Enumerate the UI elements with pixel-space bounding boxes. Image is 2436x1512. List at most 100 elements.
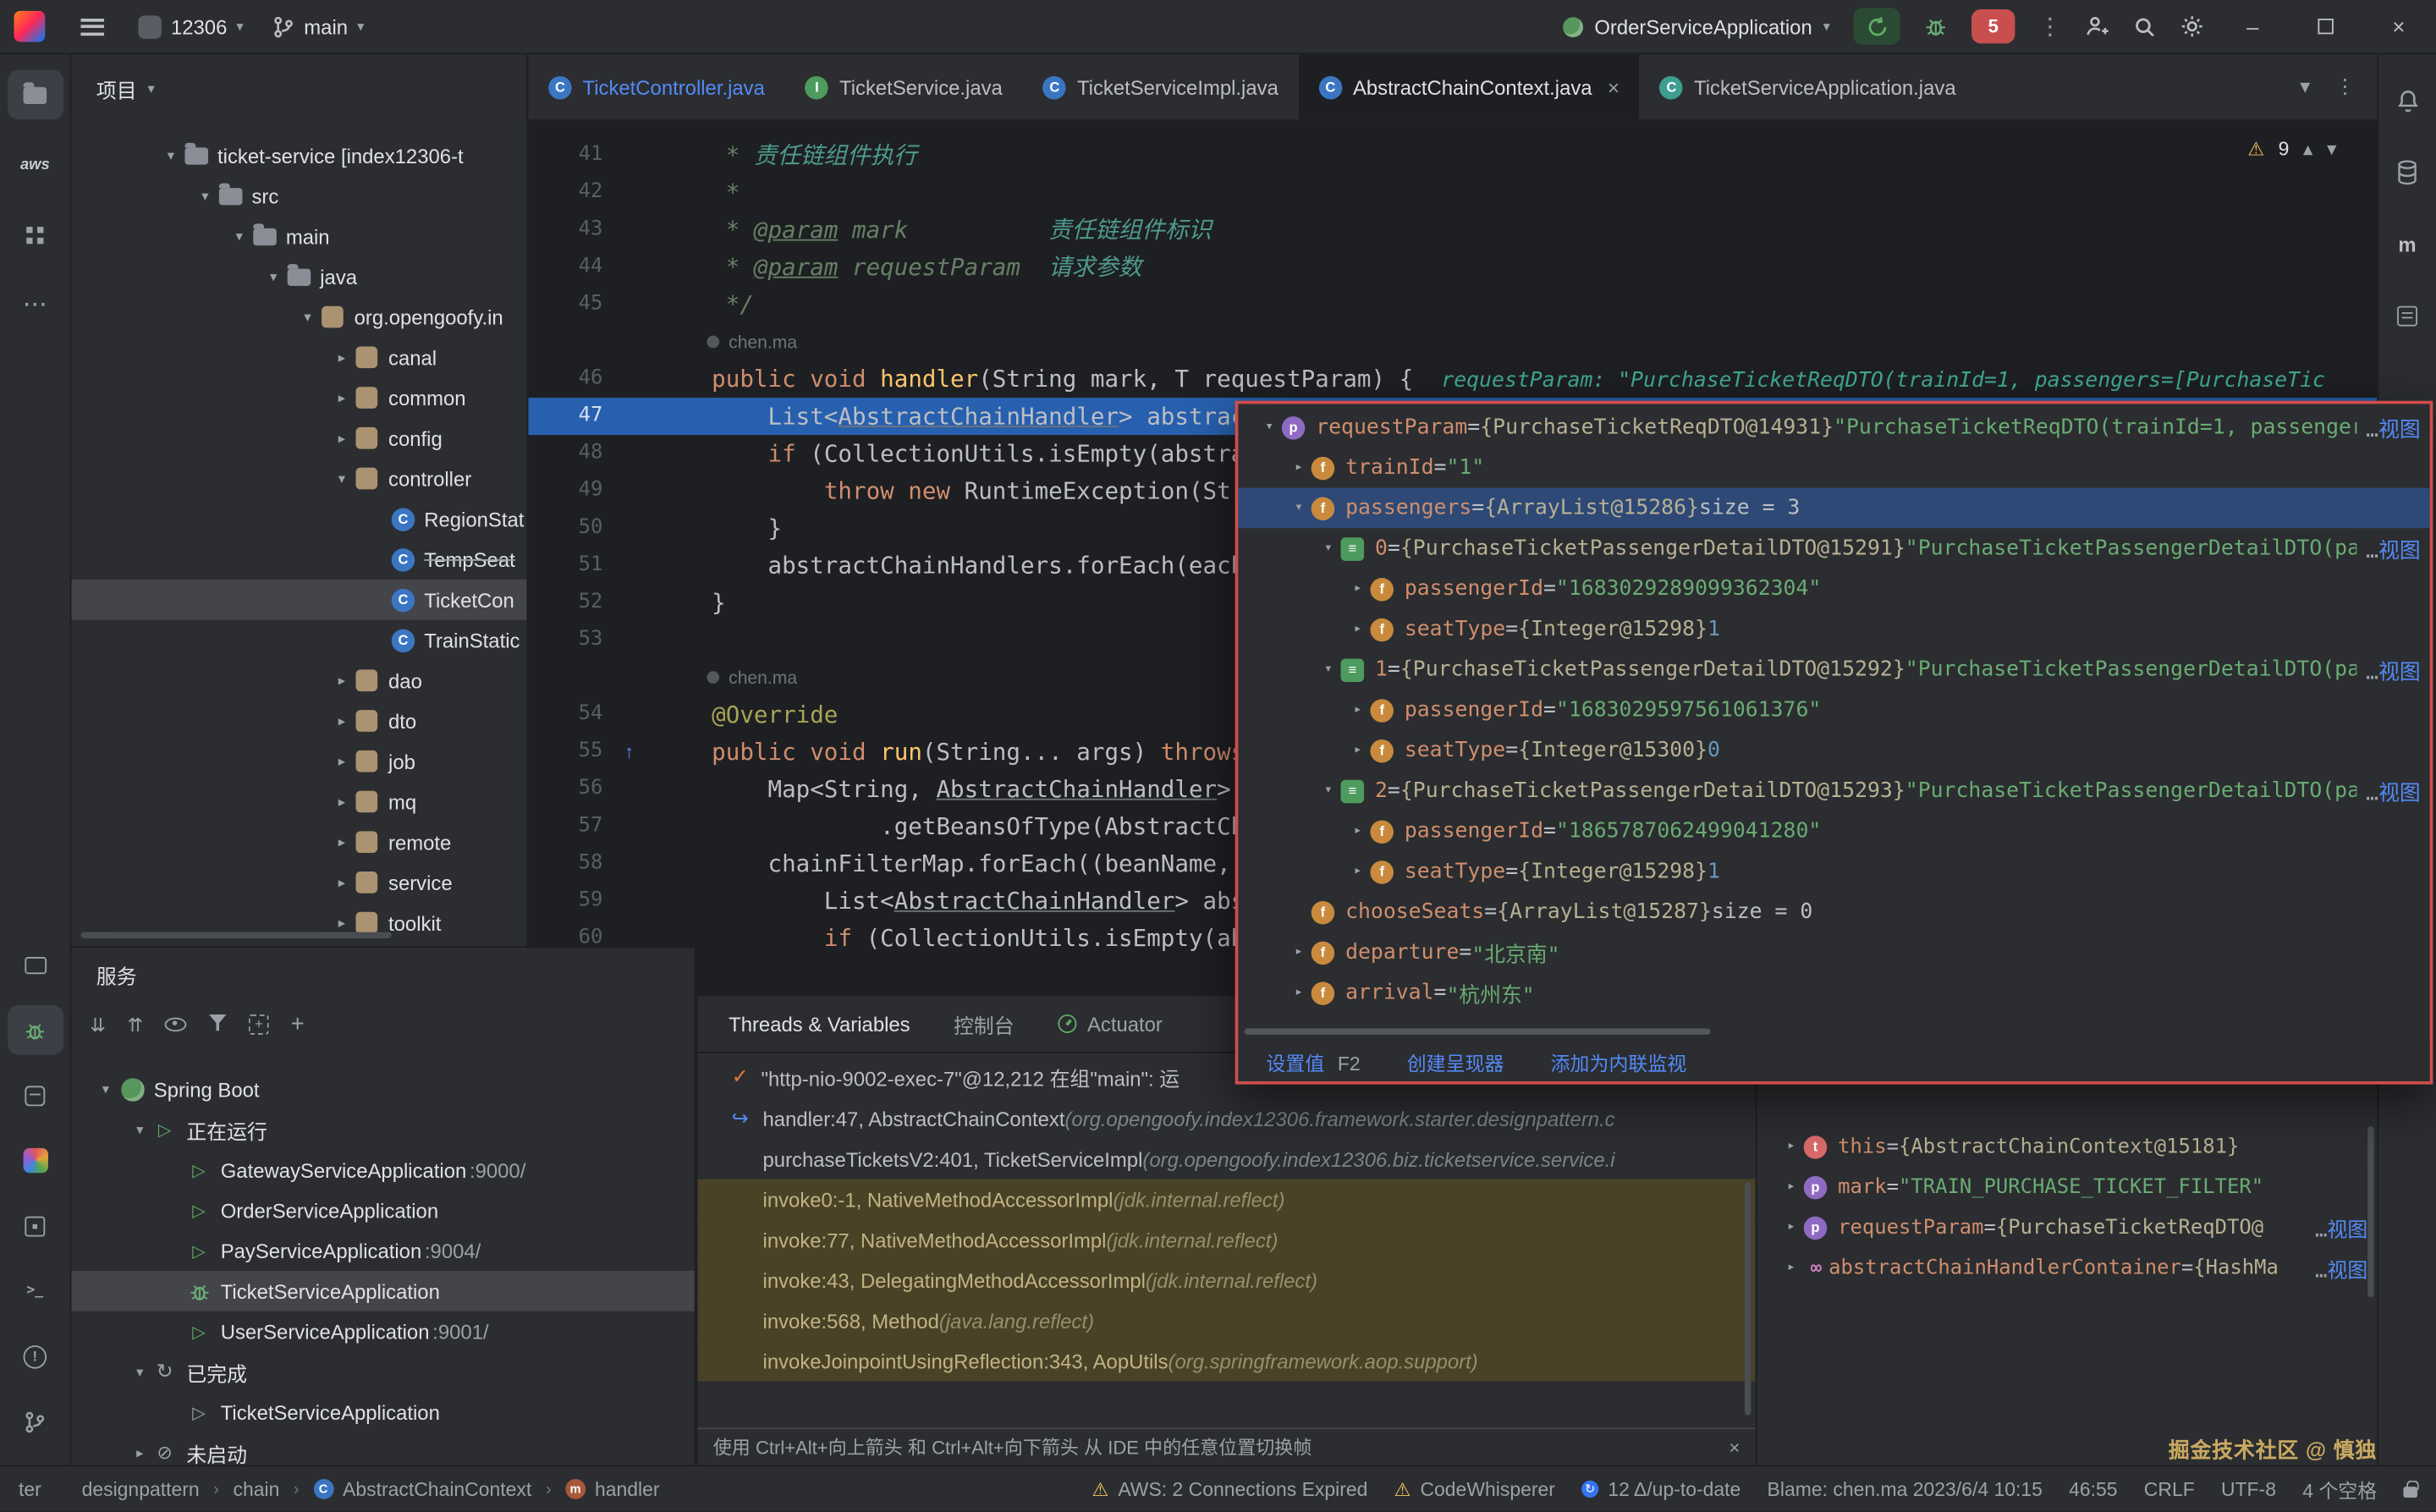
status-crlf[interactable]: CRLF bbox=[2144, 1478, 2195, 1500]
chevron-right-icon[interactable]: ▸ bbox=[329, 915, 354, 932]
variable-row-passengerid[interactable]: ▸fpassengerId = "1865787062499041280" bbox=[1238, 811, 2429, 851]
project-item-tempseat[interactable]: CTempSeat bbox=[71, 539, 526, 580]
project-item-config[interactable]: ▸config bbox=[71, 418, 526, 459]
variable-row-seattype[interactable]: ▸fseatType = {Integer@15298} 1 bbox=[1238, 851, 2429, 892]
project-item-org-opengoofy-in[interactable]: ▾org.opengoofy.in bbox=[71, 297, 526, 338]
project-item-mq[interactable]: ▸mq bbox=[71, 782, 526, 822]
view-link[interactable]: …视图 bbox=[2306, 1212, 2367, 1242]
chevron-down-icon[interactable]: ▾ bbox=[1316, 541, 1340, 556]
breadcrumb-item-handler[interactable]: mhandler bbox=[565, 1478, 659, 1500]
project-item-ticketcon[interactable]: CTicketCon bbox=[71, 580, 526, 620]
variable-row-passengers[interactable]: ▾fpassengers = {ArrayList@15286} size = … bbox=[1238, 488, 2429, 529]
variable-row-requestparam[interactable]: ▾prequestParam = {PurchaseTicketReqDTO@1… bbox=[1238, 407, 2429, 448]
editor-line-43[interactable]: 43 * @param mark 责任链组件标识 bbox=[528, 212, 2377, 249]
chevron-right-icon[interactable]: ▸ bbox=[329, 712, 354, 729]
maximize-button[interactable] bbox=[2301, 0, 2351, 52]
close-button[interactable]: × bbox=[2374, 0, 2424, 52]
eye-icon[interactable] bbox=[165, 1012, 187, 1036]
variable-row-seattype[interactable]: ▸fseatType = {Integer@15300} 0 bbox=[1238, 730, 2429, 771]
service-item-gatewayserviceapplication[interactable]: ▷GatewayServiceApplication :9000/ bbox=[71, 1150, 694, 1190]
chevron-down-icon[interactable]: ▾ bbox=[295, 308, 320, 325]
dependencies-button[interactable] bbox=[2379, 290, 2435, 340]
project-item-src[interactable]: ▾src bbox=[71, 175, 526, 216]
project-item-canal[interactable]: ▸canal bbox=[71, 337, 526, 377]
chevron-right-icon[interactable]: ▸ bbox=[1345, 864, 1370, 879]
prev-problem-icon[interactable]: ▴ bbox=[2303, 137, 2313, 161]
chevron-right-icon[interactable]: ▸ bbox=[1779, 1139, 1803, 1154]
chevron-down-icon[interactable]: ▾ bbox=[193, 187, 217, 204]
close-tab-icon[interactable]: × bbox=[1608, 75, 1619, 99]
debug-tab-actuator[interactable]: Actuator bbox=[1058, 1012, 1163, 1036]
breadcrumb-item-designpattern[interactable]: designpattern bbox=[82, 1478, 200, 1500]
chevron-right-icon[interactable]: ▸ bbox=[1345, 581, 1370, 597]
status-blame-chen-ma-2023-6-4-10-15[interactable]: Blame: chen.ma 2023/6/4 10:15 bbox=[1768, 1478, 2043, 1500]
filter-icon[interactable] bbox=[208, 1012, 227, 1036]
main-menu-icon[interactable] bbox=[80, 18, 104, 35]
collapse-all-icon[interactable]: ⇈ bbox=[128, 1012, 143, 1036]
horizontal-scrollbar[interactable] bbox=[80, 932, 391, 938]
variable-row-this[interactable]: ▸tthis = {AbstractChainContext@15181} bbox=[1757, 1126, 2378, 1167]
structure-button[interactable] bbox=[7, 210, 63, 260]
editor-tab-ticketserviceapplication-java[interactable]: CTicketServiceApplication.java bbox=[1640, 54, 1977, 119]
variable-row-arrival[interactable]: ▸farrival = "杭州东" bbox=[1238, 972, 2429, 1013]
project-item-trainstatic[interactable]: CTrainStatic bbox=[71, 620, 526, 661]
search-icon[interactable] bbox=[2133, 14, 2157, 38]
stack-frame-1[interactable]: purchaseTicketsV2:401, TicketServiceImpl… bbox=[697, 1139, 1755, 1179]
chevron-right-icon[interactable]: ▸ bbox=[329, 349, 354, 366]
view-link[interactable]: …视图 bbox=[2356, 775, 2421, 806]
popup-horizontal-scrollbar[interactable] bbox=[1245, 1028, 1711, 1034]
project-widget[interactable]: 12306 ▾ bbox=[124, 8, 257, 44]
editor-tab-ticketservice-java[interactable]: ITicketService.java bbox=[785, 54, 1023, 119]
view-link[interactable]: …视图 bbox=[2356, 533, 2421, 564]
editor-tab-abstractchaincontext-java[interactable]: CAbstractChainContext.java× bbox=[1299, 54, 1640, 119]
variable-row-passengerid[interactable]: ▸fpassengerId = "1683029597561061376" bbox=[1238, 690, 2429, 730]
variable-row-passengerid[interactable]: ▸fpassengerId = "1683029289099362304" bbox=[1238, 569, 2429, 609]
view-link[interactable]: …视图 bbox=[2306, 1253, 2367, 1283]
chevron-right-icon[interactable]: ▸ bbox=[1779, 1260, 1803, 1275]
plus-icon[interactable]: + bbox=[291, 1010, 305, 1036]
service-item-未启动[interactable]: ▸⊘未启动 bbox=[71, 1432, 694, 1465]
chevron-right-icon[interactable]: ▸ bbox=[329, 672, 354, 689]
project-item-controller[interactable]: ▾controller bbox=[71, 459, 526, 499]
editor-line-46[interactable]: 46 public void handler(String mark, T re… bbox=[528, 360, 2377, 398]
stack-frame-5[interactable]: invoke:568, Method (java.lang.reflect) bbox=[697, 1300, 1755, 1341]
status-codewhisperer[interactable]: ⚠CodeWhisperer bbox=[1394, 1478, 1555, 1500]
project-panel-header[interactable]: 项目 ▾ bbox=[71, 54, 526, 123]
status-aws-2-connections-expired[interactable]: ⚠AWS: 2 Connections Expired bbox=[1092, 1478, 1368, 1500]
expand-all-icon[interactable]: ⇊ bbox=[90, 1012, 105, 1036]
status-12-up-to-date[interactable]: ↻12 Δ/up-to-date bbox=[1581, 1478, 1740, 1500]
add-frame-icon[interactable]: + bbox=[249, 1014, 269, 1034]
variable-row-2[interactable]: ▾≡2 = {PurchaseTicketPassengerDetailDTO@… bbox=[1238, 771, 2429, 811]
popup-action-设置值[interactable]: 设置值 F2 bbox=[1266, 1047, 1360, 1076]
project-item-dto[interactable]: ▸dto bbox=[71, 701, 526, 741]
chevron-right-icon[interactable]: ▸ bbox=[128, 1444, 152, 1461]
project-item-dao[interactable]: ▸dao bbox=[71, 660, 526, 701]
debug-button[interactable] bbox=[1923, 14, 1948, 39]
editor-tab-ticketcontroller-java[interactable]: CTicketController.java bbox=[528, 54, 785, 119]
project-item-main[interactable]: ▾main bbox=[71, 216, 526, 256]
tab-options-icon[interactable]: ⋮ bbox=[2335, 74, 2356, 99]
override-gutter-icon[interactable]: ↑ bbox=[624, 741, 634, 763]
frames-scrollbar[interactable] bbox=[1745, 1182, 1751, 1415]
minimize-button[interactable]: – bbox=[2228, 0, 2278, 52]
chevron-right-icon[interactable]: ▸ bbox=[329, 793, 354, 810]
debug-button[interactable] bbox=[7, 1005, 63, 1055]
chevron-down-icon[interactable]: ▾ bbox=[329, 470, 354, 487]
plugin-button[interactable] bbox=[7, 1135, 63, 1185]
packages-button[interactable] bbox=[7, 1201, 63, 1251]
chevron-down-icon[interactable]: ▾ bbox=[227, 228, 251, 245]
next-problem-icon[interactable]: ▾ bbox=[2327, 137, 2337, 161]
breadcrumb-item-abstractchaincontext[interactable]: CAbstractChainContext bbox=[313, 1478, 531, 1500]
status-lock[interactable] bbox=[2403, 1481, 2417, 1498]
project-item-common[interactable]: ▸common bbox=[71, 377, 526, 418]
chevron-right-icon[interactable]: ▸ bbox=[329, 753, 354, 770]
project-item-job[interactable]: ▸job bbox=[71, 741, 526, 782]
run-dashboard-button[interactable] bbox=[7, 940, 63, 990]
project-item-regionstat[interactable]: CRegionStat bbox=[71, 498, 526, 539]
chevron-right-icon[interactable]: ▸ bbox=[329, 430, 354, 447]
project-item-ticket-service-index12306-t[interactable]: ▾ticket-service [index12306-t bbox=[71, 135, 526, 176]
branch-widget[interactable]: main ▾ bbox=[257, 8, 378, 44]
stack-frame-2[interactable]: invoke0:-1, NativeMethodAccessorImpl (jd… bbox=[697, 1179, 1755, 1220]
status-4-个空格[interactable]: 4 个空格 bbox=[2302, 1474, 2377, 1504]
breadcrumb-item-chain[interactable]: chain bbox=[233, 1478, 279, 1500]
